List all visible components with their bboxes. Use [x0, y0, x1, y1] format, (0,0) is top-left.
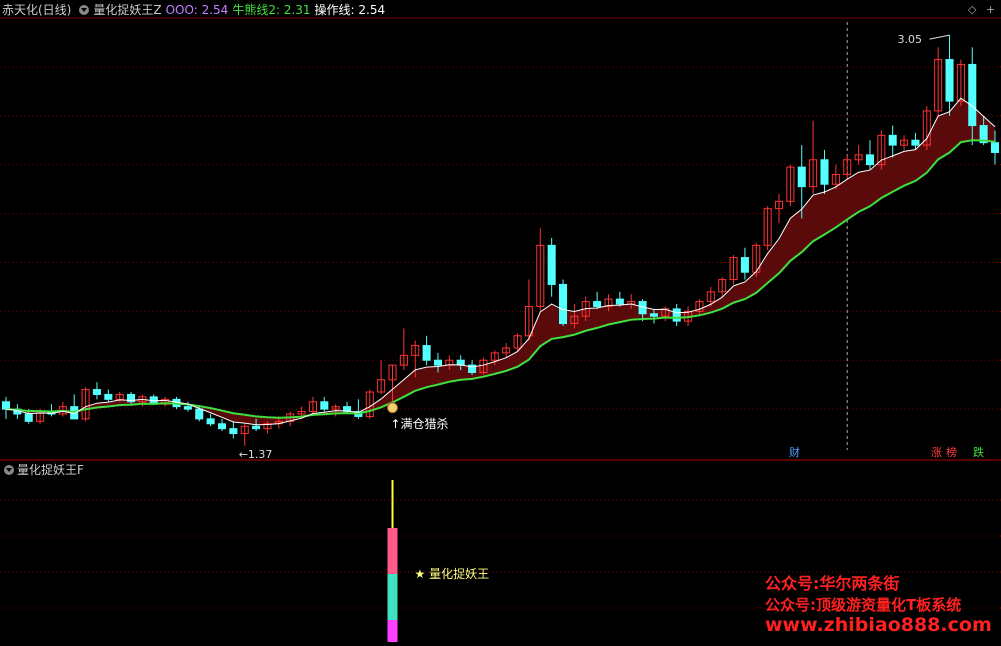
signal-bar-segment	[387, 574, 398, 620]
lower-header: 量化捉妖王F	[0, 461, 84, 479]
watermark-line-1: 公众号:华尔两条街	[765, 574, 900, 593]
candle-body	[740, 257, 749, 273]
candle-body	[990, 142, 1000, 153]
candle-body	[1, 401, 11, 410]
candle-body	[217, 423, 227, 430]
candle-body	[195, 408, 204, 420]
candle-body	[888, 134, 897, 146]
candle-body	[229, 428, 238, 435]
lower-title[interactable]: 量化捉妖王F	[17, 463, 84, 477]
candle-body	[911, 139, 920, 146]
chart-stage: 3.05 ←1.37 ↑满仓猎杀财 涨榜 跌 ★ 量化捉妖王 赤天化(日线) 量化捉妖王Z O…	[0, 0, 1001, 642]
candle-body	[649, 313, 658, 317]
value-bull-bear: 牛熊线2: 2.31	[232, 3, 311, 17]
tag-die: 跌	[973, 445, 984, 459]
kline-chart: 3.05 ←1.37 ↑满仓猎杀财 涨榜 跌 ★ 量化捉妖王	[0, 17, 1001, 642]
dropdown-icon[interactable]	[79, 5, 90, 15]
candle-body	[968, 63, 977, 127]
candle-body	[797, 166, 806, 188]
candle-body	[547, 244, 556, 285]
candle-body	[92, 389, 101, 395]
candle-body	[104, 393, 113, 400]
watermark-line-3: www.zhibiao888.com	[765, 614, 992, 636]
candle-body	[593, 301, 602, 307]
candle-body	[183, 406, 192, 410]
candle-body	[865, 154, 874, 166]
main-header: 赤天化(日线) 量化捉妖王Z OOO: 2.54 牛熊线2: 2.31 操作线: 2.5…	[0, 0, 1001, 20]
high-pointer	[929, 34, 950, 40]
tag-cai: 财	[789, 445, 800, 459]
signal-label: ↑满仓猎杀	[391, 416, 449, 431]
candle-body	[206, 418, 215, 425]
candle-body	[252, 425, 261, 430]
candle-body	[320, 401, 329, 410]
tag-bang: 榜	[946, 445, 957, 459]
diamond-icon[interactable]: ◇	[968, 3, 976, 16]
watermark-line-2: 公众号:顶级游资量化T板系统	[765, 596, 962, 614]
candle-body	[558, 283, 568, 325]
value-operation: 操作线: 2.54	[314, 3, 386, 17]
signal-bar-segment	[387, 528, 398, 574]
stock-title: 赤天化(日线)	[2, 3, 72, 17]
candle-body	[615, 298, 624, 305]
candle-body	[672, 308, 681, 322]
candle-body	[24, 413, 33, 422]
plus-icon[interactable]: +	[986, 3, 995, 16]
high-label: 3.05	[898, 33, 923, 46]
candle-body	[945, 59, 954, 102]
lower-signal-label: ★ 量化捉妖王	[415, 566, 490, 581]
candle-body	[433, 359, 443, 366]
indicator-name[interactable]: 量化捉妖王Z	[93, 3, 161, 17]
low-label: ←1.37	[239, 448, 273, 461]
ribbon-area	[6, 98, 995, 425]
candle-body	[422, 345, 431, 361]
operation-line	[5, 97, 996, 426]
value-ooo: OOO: 2.54	[165, 3, 229, 17]
dropdown-icon-lower[interactable]	[4, 465, 14, 475]
signal-bar-segment	[387, 620, 398, 642]
money-bag-icon	[387, 402, 399, 414]
candle-body	[820, 159, 829, 185]
tag-zhang: 涨	[931, 446, 942, 459]
